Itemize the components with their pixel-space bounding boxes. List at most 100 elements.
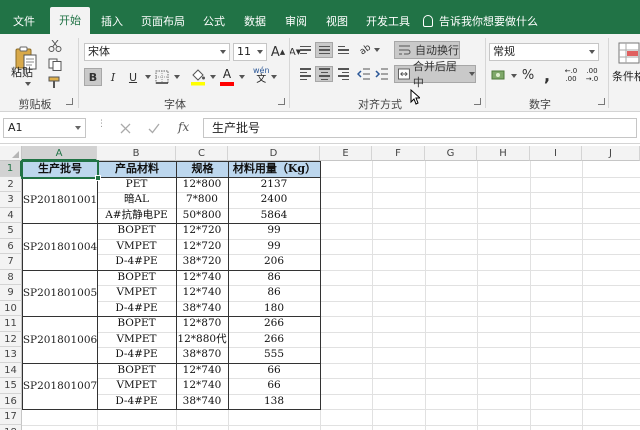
formula-input[interactable]: 生产批号	[203, 118, 637, 138]
decrease-decimal-button[interactable]: .00 →.0	[583, 67, 601, 83]
column-header-j[interactable]: J	[582, 146, 640, 161]
column-header-b[interactable]: B	[97, 146, 176, 161]
batch-id-cell[interactable]: SP201801007	[22, 362, 98, 410]
bottom-align-button[interactable]	[334, 42, 352, 58]
format-painter-icon[interactable]	[48, 76, 62, 89]
tab-formulas[interactable]: 公式	[196, 9, 232, 34]
tab-view[interactable]: 视图	[319, 9, 355, 34]
row-header-16[interactable]: 16	[0, 393, 22, 409]
usage-cell[interactable]: 66	[228, 378, 320, 394]
italic-button[interactable]: I	[104, 68, 122, 86]
usage-cell[interactable]: 180	[228, 301, 320, 317]
material-cell[interactable]: VMPET	[97, 378, 176, 394]
row-header-12[interactable]: 12	[0, 331, 22, 347]
row-header-13[interactable]: 13	[0, 347, 22, 363]
tab-page-layout[interactable]: 页面布局	[135, 9, 191, 34]
worksheet-grid[interactable]: ABCDEFGHIJ123456789101112131415161718生产批…	[0, 146, 640, 430]
bold-button[interactable]: B	[84, 68, 102, 86]
font-size-combo[interactable]: 11	[233, 43, 267, 61]
font-color-dropdown-arrow[interactable]	[239, 75, 245, 79]
align-right-button[interactable]	[334, 66, 352, 82]
column-header-i[interactable]: I	[530, 146, 582, 161]
spec-cell[interactable]: 50*800	[176, 208, 228, 224]
name-box[interactable]: A1	[3, 118, 86, 138]
spec-cell[interactable]: 12*740	[176, 363, 228, 379]
usage-cell[interactable]: 99	[228, 239, 320, 255]
font-color-button[interactable]: A	[220, 67, 234, 86]
column-header-h[interactable]: H	[477, 146, 530, 161]
row-header-10[interactable]: 10	[0, 300, 22, 316]
material-cell[interactable]: D-4#PE	[97, 347, 176, 363]
material-cell[interactable]: D-4#PE	[97, 254, 176, 270]
batch-id-cell[interactable]: SP201801006	[22, 316, 98, 364]
paste-dropdown-arrow[interactable]	[25, 82, 31, 86]
material-cell[interactable]: A#抗静电PE	[97, 208, 176, 224]
table-header-cell[interactable]: 产品材料	[97, 161, 177, 178]
tab-developer[interactable]: 开发工具	[360, 9, 416, 34]
usage-cell[interactable]: 2137	[228, 177, 320, 193]
accounting-dropdown-arrow[interactable]	[511, 74, 517, 78]
spec-cell[interactable]: 12*870	[176, 316, 228, 332]
phonetic-guide-button[interactable]: wén 文	[253, 66, 270, 85]
tab-file[interactable]: 文件	[4, 9, 44, 34]
spec-cell[interactable]: 12*740	[176, 270, 228, 286]
alignment-launcher-icon[interactable]	[474, 98, 481, 105]
usage-cell[interactable]: 99	[228, 223, 320, 239]
font-name-combo[interactable]: 宋体	[84, 43, 230, 61]
table-header-cell[interactable]: 规格	[176, 161, 229, 178]
spec-cell[interactable]: 12*720	[176, 239, 228, 255]
material-cell[interactable]: D-4#PE	[97, 394, 176, 410]
row-header-15[interactable]: 15	[0, 378, 22, 394]
material-cell[interactable]: D-4#PE	[97, 301, 176, 317]
row-header-3[interactable]: 3	[0, 192, 22, 208]
spec-cell[interactable]: 7*800	[176, 192, 228, 208]
material-cell[interactable]: BOPET	[97, 363, 176, 379]
comma-style-button[interactable]: ,	[540, 66, 554, 85]
material-cell[interactable]: BOPET	[97, 223, 176, 239]
usage-cell[interactable]: 206	[228, 254, 320, 270]
align-left-button[interactable]	[296, 66, 314, 82]
formula-bar-grip-icon[interactable]: ⋮	[97, 120, 106, 134]
usage-cell[interactable]: 2400	[228, 192, 320, 208]
decrease-indent-icon[interactable]	[357, 68, 371, 80]
clipboard-launcher-icon[interactable]	[66, 98, 73, 105]
row-header-5[interactable]: 5	[0, 223, 22, 239]
usage-cell[interactable]: 66	[228, 363, 320, 379]
select-all-corner[interactable]	[0, 146, 22, 161]
spec-cell[interactable]: 12*880代	[176, 332, 228, 348]
row-header-2[interactable]: 2	[0, 176, 22, 192]
column-header-a[interactable]: A	[22, 146, 97, 161]
row-header-7[interactable]: 7	[0, 254, 22, 270]
tab-insert[interactable]: 插入	[94, 9, 130, 34]
tab-review[interactable]: 审阅	[278, 9, 314, 34]
cut-icon[interactable]	[48, 40, 62, 52]
accounting-format-icon[interactable]	[491, 68, 507, 82]
conditional-formatting-label[interactable]: 条件格	[612, 68, 640, 84]
phonetic-dropdown-arrow[interactable]	[271, 75, 277, 79]
spec-cell[interactable]: 12*800	[176, 177, 228, 193]
grow-font-button[interactable]: A ▲	[270, 43, 286, 61]
borders-icon[interactable]	[155, 70, 169, 84]
tab-data[interactable]: 数据	[237, 9, 273, 34]
row-header-14[interactable]: 14	[0, 362, 22, 378]
underline-button[interactable]: U	[124, 68, 142, 86]
batch-id-cell[interactable]: SP201801001	[22, 176, 98, 224]
material-cell[interactable]: BOPET	[97, 316, 176, 332]
merge-center-button[interactable]: 合并后居中	[394, 60, 476, 89]
enter-check-icon[interactable]	[148, 123, 160, 134]
row-header-4[interactable]: 4	[0, 207, 22, 223]
conditional-formatting-icon[interactable]	[618, 42, 640, 64]
batch-id-cell[interactable]: SP201801004	[22, 223, 98, 271]
wrap-text-button[interactable]: 自动换行	[394, 41, 460, 59]
spec-cell[interactable]: 12*740	[176, 378, 228, 394]
material-cell[interactable]: BOPET	[97, 270, 176, 286]
spec-cell[interactable]: 38*740	[176, 394, 228, 410]
material-cell[interactable]: VMPET	[97, 285, 176, 301]
column-header-f[interactable]: F	[372, 146, 425, 161]
spec-cell[interactable]: 12*740	[176, 285, 228, 301]
spec-cell[interactable]: 38*870	[176, 347, 228, 363]
row-header-8[interactable]: 8	[0, 269, 22, 285]
top-align-button[interactable]	[296, 42, 314, 58]
row-header-1[interactable]: 1	[0, 161, 22, 177]
copy-icon[interactable]	[48, 58, 62, 71]
